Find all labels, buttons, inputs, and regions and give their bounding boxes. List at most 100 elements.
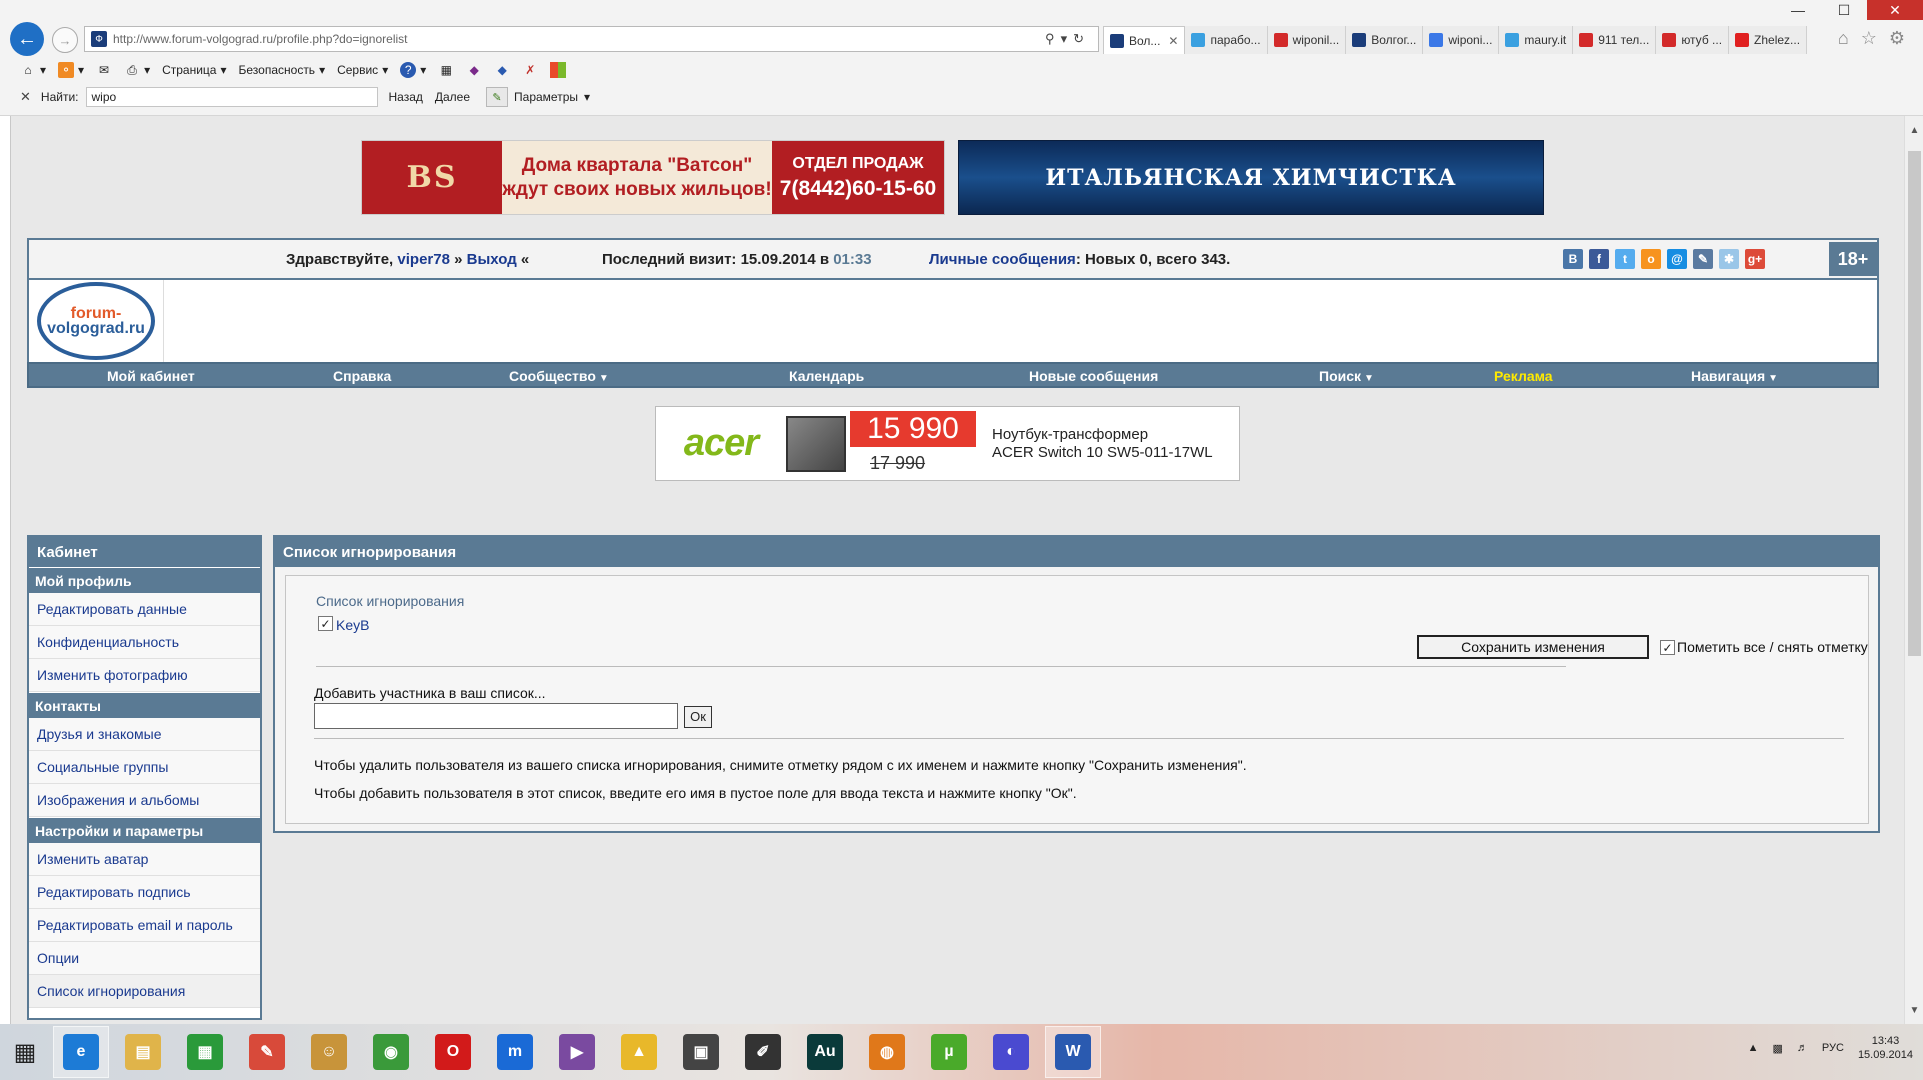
twitter-icon[interactable]: t <box>1615 249 1635 269</box>
tray-up-arrow-icon[interactable]: ▲ <box>1748 1042 1759 1054</box>
taskbar-app[interactable]: ◐ <box>983 1026 1039 1078</box>
taskbar-app[interactable]: W <box>1045 1026 1101 1078</box>
nav-community[interactable]: Сообщество ▼ <box>509 368 609 384</box>
user-checkbox[interactable]: ✓ <box>318 616 333 631</box>
minimize-button[interactable]: — <box>1775 0 1821 20</box>
nav-help[interactable]: Справка <box>333 368 391 384</box>
google-plus-icon[interactable]: g+ <box>1745 249 1765 269</box>
taskbar-app[interactable]: ▶ <box>549 1026 605 1078</box>
close-button[interactable]: ✕ <box>1867 0 1923 20</box>
taskbar-app[interactable]: ◉ <box>363 1026 419 1078</box>
nav-navigation[interactable]: Навигация ▼ <box>1691 368 1778 384</box>
browser-tab[interactable]: Вол... ✕ <box>1103 26 1186 54</box>
mail-button[interactable]: ✉ <box>96 62 112 78</box>
ad-banner-acer[interactable]: acer 15 990 17 990 Ноутбук-трансформер A… <box>655 406 1240 481</box>
taskbar-app[interactable]: e <box>53 1026 109 1078</box>
find-close-icon[interactable]: ✕ <box>20 89 31 105</box>
browser-tab[interactable]: 911 тел... <box>1573 26 1657 54</box>
rss-button[interactable]: ⚬ ▾ <box>58 62 84 78</box>
site-logo[interactable]: forum- volgograd.ru <box>29 280 164 362</box>
page-menu[interactable]: Страница ▾ <box>162 63 226 77</box>
find-back-button[interactable]: Назад <box>388 90 422 104</box>
taskbar-app[interactable]: O <box>425 1026 481 1078</box>
address-tools[interactable]: ⚲▾↻ <box>1045 31 1090 47</box>
ignored-user-name[interactable]: KeyB <box>336 617 369 633</box>
browser-tab[interactable]: wiponil... <box>1267 26 1347 54</box>
username-link[interactable]: viper78 <box>397 251 450 268</box>
sidebar-item[interactable]: Опции <box>29 942 260 975</box>
close-tab-icon[interactable]: ✕ <box>1168 34 1178 48</box>
sidebar-item[interactable]: Изменить аватар <box>29 843 260 876</box>
maximize-button[interactable]: ☐ <box>1821 0 1867 20</box>
taskbar-app[interactable]: Au <box>797 1026 853 1078</box>
taskbar-app[interactable]: m <box>487 1026 543 1078</box>
clock[interactable]: 13:43 15.09.2014 <box>1858 1034 1913 1062</box>
taskbar-app[interactable]: ✐ <box>735 1026 791 1078</box>
find-params-button[interactable]: ✎ Параметры ▾ <box>486 87 590 107</box>
sidebar-item[interactable]: Конфиденциальность <box>29 626 260 659</box>
livejournal-icon[interactable]: ✎ <box>1693 249 1713 269</box>
sidebar-item[interactable]: Друзья и знакомые <box>29 718 260 751</box>
volume-icon[interactable]: ♬ <box>1797 1042 1808 1054</box>
print-button[interactable]: ⎙ ▾ <box>124 62 150 78</box>
taskbar-app[interactable]: ✎ <box>239 1026 295 1078</box>
taskbar-app[interactable]: ▦ <box>177 1026 233 1078</box>
extension-5[interactable] <box>550 62 567 78</box>
security-menu[interactable]: Безопасность ▾ <box>239 63 326 77</box>
home-button[interactable]: ⌂ ▾ <box>20 62 46 78</box>
settings-gear-icon[interactable]: ⚙ <box>1889 28 1905 49</box>
taskbar-app[interactable]: ◍ <box>859 1026 915 1078</box>
taskbar-app[interactable]: ☺ <box>301 1026 357 1078</box>
home-icon[interactable]: ⌂ <box>1838 28 1849 49</box>
find-next-button[interactable]: Далее <box>435 90 470 104</box>
mark-all-label[interactable]: Пометить все / снять отметку <box>1677 639 1868 655</box>
extension-2[interactable]: ◆ <box>466 62 482 78</box>
mark-all-checkbox[interactable]: ✓ <box>1660 640 1675 655</box>
taskbar-app[interactable]: µ <box>921 1026 977 1078</box>
nav-calendar[interactable]: Календарь <box>789 368 864 384</box>
logout-link[interactable]: Выход <box>467 251 517 268</box>
sidebar-item[interactable]: Список игнорирования <box>29 975 260 1008</box>
odnoklassniki-icon[interactable]: o <box>1641 249 1661 269</box>
sidebar-item[interactable]: Редактировать данные <box>29 593 260 626</box>
help-button[interactable]: ? ▾ <box>400 62 426 78</box>
sidebar-item[interactable]: Изображения и альбомы <box>29 784 260 817</box>
taskbar-app[interactable]: ▣ <box>673 1026 729 1078</box>
browser-tab[interactable]: wiponi... <box>1423 26 1500 54</box>
address-bar[interactable]: Ф http://www.forum-volgograd.ru/profile.… <box>84 26 1099 52</box>
save-changes-button[interactable]: Сохранить изменения <box>1417 635 1649 659</box>
liveinternet-icon[interactable]: ✱ <box>1719 249 1739 269</box>
sidebar-item[interactable]: Редактировать подпись <box>29 876 260 909</box>
scroll-thumb[interactable] <box>1908 151 1921 656</box>
browser-tab[interactable]: Волгог... <box>1346 26 1424 54</box>
mailru-icon[interactable]: @ <box>1667 249 1687 269</box>
vk-icon[interactable]: B <box>1563 249 1583 269</box>
service-menu[interactable]: Сервис ▾ <box>337 63 388 77</box>
extension-3[interactable]: ◆ <box>494 62 510 78</box>
extension-1[interactable]: ▦ <box>438 62 454 78</box>
network-icon[interactable]: ▩ <box>1773 1042 1783 1055</box>
nav-ads[interactable]: Реклама <box>1494 368 1553 384</box>
find-input[interactable]: wipo <box>86 87 379 107</box>
pm-link[interactable]: Личные сообщения <box>929 251 1076 268</box>
sidebar-item[interactable]: Редактировать email и пароль <box>29 909 260 942</box>
browser-tab[interactable]: парабо... <box>1185 26 1268 54</box>
browser-tab[interactable]: Zhelez... <box>1729 26 1808 54</box>
forward-button[interactable]: → <box>52 27 78 53</box>
start-button[interactable]: ▦ <box>0 1024 50 1080</box>
ok-button[interactable]: Ок <box>684 706 712 728</box>
nav-cabinet[interactable]: Мой кабинет <box>107 368 195 384</box>
sidebar-item[interactable]: Изменить фотографию <box>29 659 260 692</box>
language-indicator[interactable]: РУС <box>1822 1042 1844 1054</box>
taskbar-app[interactable]: ▤ <box>115 1026 171 1078</box>
favorites-star-icon[interactable]: ☆ <box>1861 28 1877 49</box>
page-scrollbar[interactable]: ▲ ▼ <box>1904 116 1923 1024</box>
extension-4[interactable]: ✗ <box>522 62 538 78</box>
browser-tab[interactable]: ютуб ... <box>1656 26 1730 54</box>
back-button[interactable]: ← <box>10 22 44 56</box>
ad-banner-watson[interactable]: BS Дома квартала "Ватсон" ждут своих нов… <box>361 140 945 215</box>
sidebar-item[interactable]: Социальные группы <box>29 751 260 784</box>
browser-tab[interactable]: maury.it <box>1499 26 1574 54</box>
add-user-input[interactable] <box>314 703 678 729</box>
facebook-icon[interactable]: f <box>1589 249 1609 269</box>
